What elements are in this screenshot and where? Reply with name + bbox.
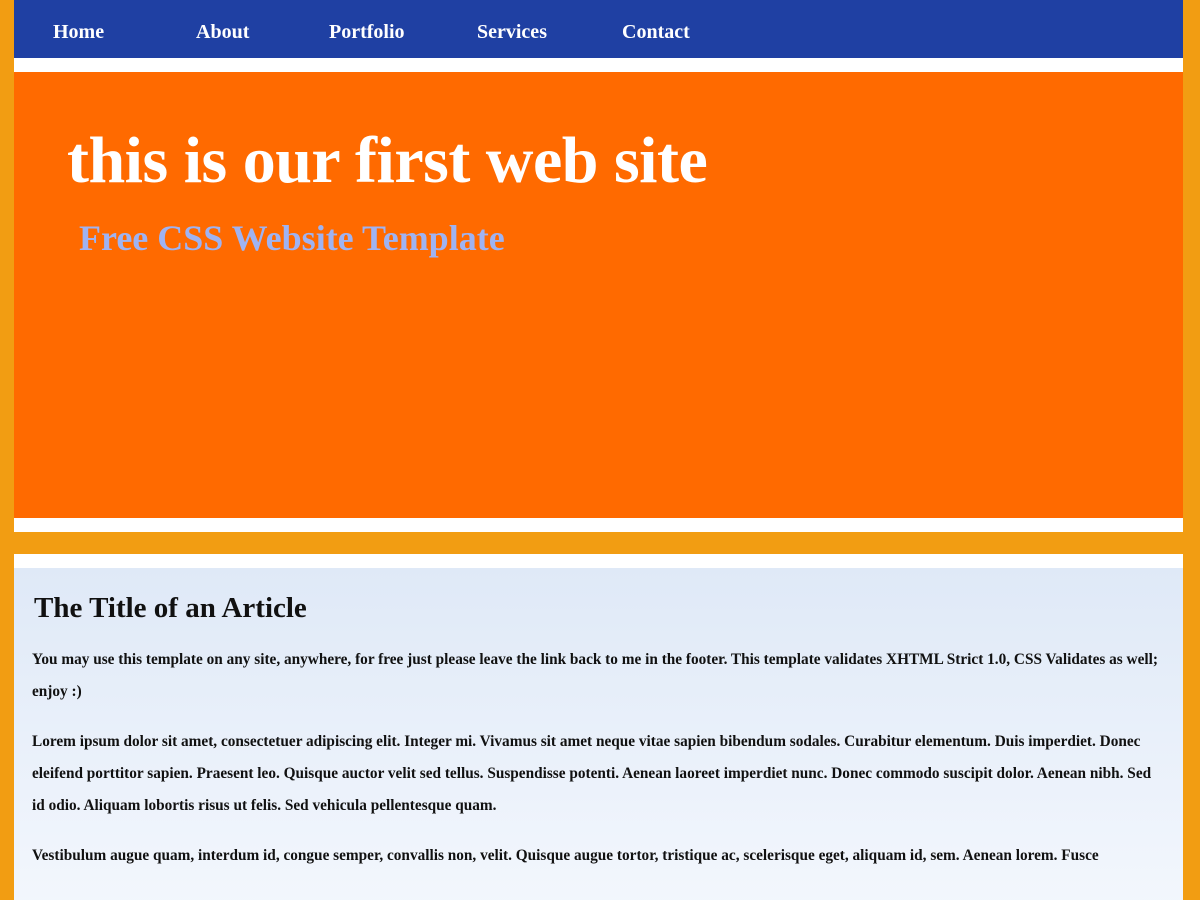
nav-link-home[interactable]: Home: [53, 21, 104, 44]
site-title: this is our first web site: [67, 124, 708, 197]
article-paragraph: You may use this template on any site, a…: [32, 651, 1158, 700]
section-gap: [14, 532, 1183, 554]
top-navigation-bar: Home About Portfolio Services Contact: [14, 0, 1183, 58]
page: Home About Portfolio Services Contact th…: [0, 0, 1200, 900]
article-content: The Title of an Article You may use this…: [14, 568, 1183, 900]
nav-link-portfolio[interactable]: Portfolio: [329, 21, 405, 44]
header-divider-strip: [14, 518, 1183, 532]
article-paragraph: Lorem ipsum dolor sit amet, consectetuer…: [32, 733, 1152, 814]
hero-header: this is our first web site Free CSS Webs…: [14, 72, 1183, 518]
nav-link-services[interactable]: Services: [477, 21, 547, 44]
article-paragraph: Vestibulum augue quam, interdum id, cong…: [32, 847, 1099, 864]
nav-divider-strip: [14, 58, 1183, 72]
article-body: You may use this template on any site, a…: [32, 644, 1167, 890]
site-subtitle: Free CSS Website Template: [79, 218, 505, 258]
article-title: The Title of an Article: [34, 592, 307, 624]
nav-link-contact[interactable]: Contact: [622, 21, 690, 44]
nav-link-about[interactable]: About: [196, 21, 249, 44]
content-top-strip: [14, 554, 1183, 568]
